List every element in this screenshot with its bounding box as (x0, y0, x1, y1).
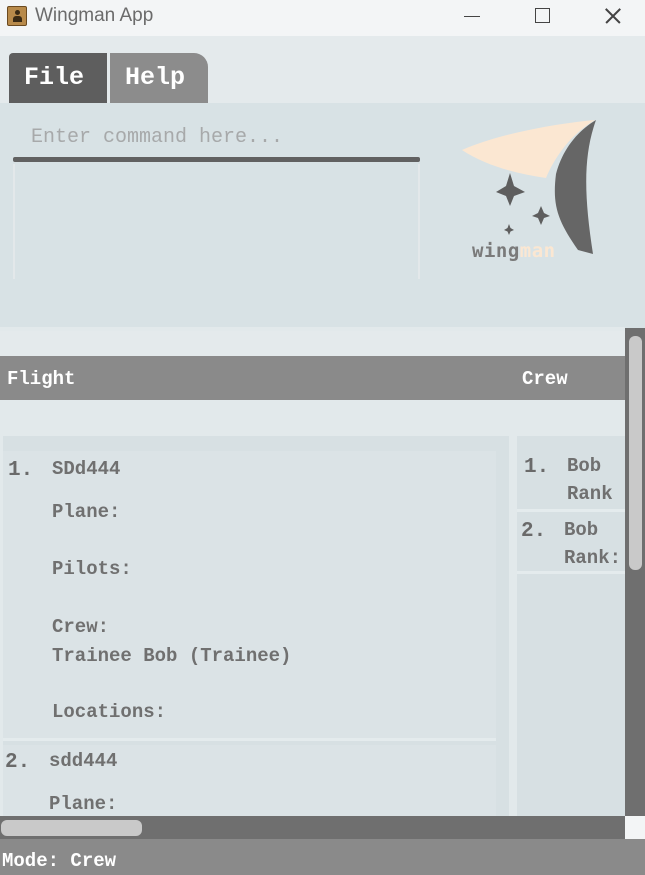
crew-index: 2. (521, 520, 547, 543)
crew-index: 1. (524, 456, 550, 479)
flight-list[interactable]: 1. SDd444 Plane: Pilots: Crew: Trainee B… (3, 436, 509, 816)
crew-rank-label: Rank: (564, 547, 622, 569)
crew-header: Crew (522, 368, 568, 390)
app-icon (7, 6, 27, 26)
panel-divider (0, 327, 625, 331)
flight-plane-label: Plane: (49, 793, 118, 815)
crew-name: Bob (567, 455, 602, 477)
horizontal-scroll-thumb[interactable] (1, 820, 142, 836)
menu-help[interactable]: Help (110, 53, 208, 103)
flight-card[interactable]: 2. sdd444 Plane: (3, 745, 496, 816)
flight-index: 1. (8, 459, 34, 482)
crew-rank-label: Rank (567, 483, 613, 505)
crew-list[interactable]: 1. Bob Rank 2. Bob Rank: (517, 436, 625, 816)
result-display (13, 164, 420, 279)
scrollbar-corner (625, 816, 645, 839)
flight-crew-label: Crew: (52, 616, 110, 638)
crew-name: Bob (564, 519, 599, 541)
flight-code: sdd444 (49, 750, 118, 772)
command-input[interactable] (13, 119, 419, 155)
crew-card[interactable]: 1. Bob Rank (517, 454, 625, 512)
crew-card[interactable]: 2. Bob Rank: (517, 516, 625, 574)
logo-text: wingman (472, 240, 556, 262)
flight-index: 2. (5, 751, 31, 774)
flight-code: SDd444 (52, 458, 121, 480)
flight-pilots-label: Pilots: (52, 558, 132, 580)
status-mode: Mode: Crew (2, 850, 117, 872)
logo-text-main: wing (472, 240, 520, 262)
flight-crew-value: Trainee Bob (Trainee) (52, 645, 292, 667)
window-title: Wingman App (35, 5, 154, 26)
minimize-button[interactable] (442, 0, 502, 32)
flight-locations-label: Locations: (52, 701, 167, 723)
vertical-scroll-thumb[interactable] (629, 336, 642, 570)
maximize-button[interactable] (512, 0, 572, 32)
command-input-underline (13, 157, 420, 162)
flight-header: Flight (7, 368, 76, 390)
menu-file[interactable]: File (9, 53, 107, 103)
flight-card[interactable]: 1. SDd444 Plane: Pilots: Crew: Trainee B… (3, 451, 496, 741)
logo-text-accent: man (519, 240, 556, 262)
close-button[interactable] (582, 0, 642, 32)
flight-plane-label: Plane: (52, 501, 121, 523)
